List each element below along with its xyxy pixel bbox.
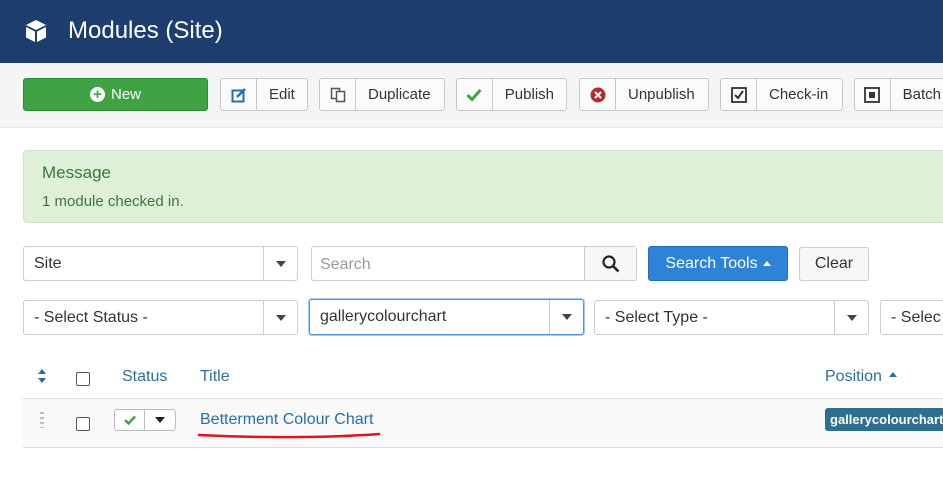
cube-icon bbox=[26, 20, 46, 42]
module-title-link[interactable]: Betterment Colour Chart bbox=[200, 411, 373, 429]
plus-icon: + bbox=[89, 87, 105, 102]
published-check-icon[interactable] bbox=[115, 410, 145, 430]
header-bar: Modules (Site) bbox=[0, 0, 943, 63]
extra-filter-value: - Selec bbox=[891, 309, 941, 326]
search-tools-button[interactable]: Search Tools bbox=[648, 246, 788, 281]
position-badge: gallerycolourchart bbox=[825, 408, 943, 431]
chevron-down-icon bbox=[263, 247, 297, 280]
search-icon bbox=[601, 254, 619, 272]
edit-label: Edit bbox=[269, 86, 295, 103]
client-select-value: Site bbox=[34, 255, 62, 272]
search-input[interactable]: Search bbox=[311, 246, 637, 281]
caret-up-icon bbox=[889, 372, 898, 378]
check-icon bbox=[457, 79, 493, 110]
client-select[interactable]: Site bbox=[23, 246, 298, 281]
status-filter-value: - Select Status - bbox=[34, 309, 148, 326]
unpublish-label: Unpublish bbox=[628, 86, 695, 103]
batch-icon bbox=[855, 79, 891, 110]
new-button[interactable]: + New bbox=[23, 78, 208, 111]
chevron-down-icon bbox=[549, 300, 583, 334]
copy-icon bbox=[320, 79, 356, 110]
status-filter-select[interactable]: - Select Status - bbox=[23, 300, 298, 335]
red-underline-annotation bbox=[197, 432, 381, 439]
checkin-button[interactable]: Check-in bbox=[720, 78, 843, 111]
publish-label: Publish bbox=[504, 86, 554, 103]
column-position[interactable]: Position bbox=[825, 368, 898, 386]
caret-down-icon bbox=[155, 417, 165, 423]
edit-button[interactable]: Edit bbox=[220, 78, 308, 111]
column-position-label: Position bbox=[825, 368, 882, 385]
status-dropdown-toggle[interactable] bbox=[145, 410, 175, 430]
chevron-down-icon bbox=[263, 301, 297, 334]
system-message: Message 1 module checked in. bbox=[23, 150, 943, 223]
caret-up-icon bbox=[762, 261, 771, 266]
new-button-label: New bbox=[110, 86, 141, 103]
position-filter-value: gallerycolourchart bbox=[320, 308, 447, 325]
drag-handle-icon[interactable] bbox=[40, 412, 44, 428]
checkin-label: Check-in bbox=[769, 86, 829, 103]
message-heading: Message bbox=[42, 163, 111, 182]
batch-label: Batch bbox=[902, 86, 941, 103]
clear-button[interactable]: Clear bbox=[799, 247, 869, 281]
unpublish-icon bbox=[580, 79, 616, 110]
duplicate-label: Duplicate bbox=[368, 86, 431, 103]
duplicate-button[interactable]: Duplicate bbox=[319, 78, 445, 111]
select-all-checkbox[interactable] bbox=[76, 372, 90, 386]
chevron-down-icon bbox=[834, 301, 868, 334]
edit-icon bbox=[221, 79, 257, 110]
type-filter-value: - Select Type - bbox=[605, 309, 708, 326]
message-text: 1 module checked in. bbox=[42, 193, 184, 210]
search-placeholder: Search bbox=[320, 256, 371, 273]
column-status[interactable]: Status bbox=[122, 368, 167, 386]
toolbar: + New Edit Duplicate Publish Unpublish C… bbox=[0, 63, 943, 128]
column-title[interactable]: Title bbox=[200, 368, 230, 386]
type-filter-select[interactable]: - Select Type - bbox=[594, 300, 869, 335]
page-title: Modules (Site) bbox=[68, 17, 223, 44]
table-row: Betterment Colour Chart gallerycolourcha… bbox=[23, 399, 943, 448]
unpublish-button[interactable]: Unpublish bbox=[579, 78, 709, 111]
extra-filter-select[interactable]: - Selec bbox=[880, 300, 943, 335]
publish-button[interactable]: Publish bbox=[456, 78, 567, 111]
search-tools-label: Search Tools bbox=[665, 254, 758, 272]
search-button[interactable] bbox=[584, 247, 636, 280]
checkbox-icon bbox=[721, 79, 757, 110]
table-header: Status Title Position bbox=[23, 354, 943, 399]
sort-ordering-icon[interactable] bbox=[37, 368, 47, 384]
position-filter-select[interactable]: gallerycolourchart bbox=[309, 299, 584, 335]
status-toggle[interactable] bbox=[114, 409, 176, 431]
row-checkbox[interactable] bbox=[76, 417, 90, 431]
batch-button[interactable]: Batch bbox=[854, 78, 943, 111]
